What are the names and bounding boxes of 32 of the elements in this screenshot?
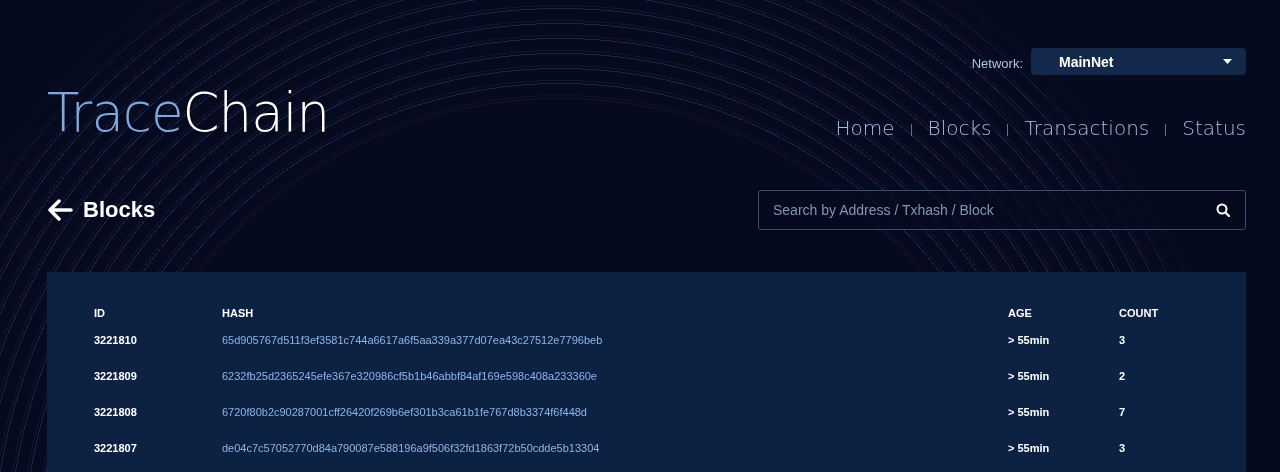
table-cell-text: > 55min — [1008, 441, 1051, 456]
table-cell-text: 3221809 — [94, 369, 138, 384]
network-label: Network: — [971, 56, 1023, 71]
table-cell-text: 7 — [1119, 405, 1127, 420]
page-title: Blocks — [83, 197, 156, 223]
nav-link[interactable]: Blocks — [927, 115, 992, 141]
back-arrow-icon[interactable] — [47, 199, 73, 221]
network-dropdown[interactable]: MainNet — [1031, 48, 1246, 75]
nav-link[interactable]: Status — [1182, 115, 1246, 141]
table-cell-text: > 55min — [1008, 405, 1051, 420]
table-cell-text: 3 — [1119, 333, 1127, 348]
column-header: ID — [94, 306, 106, 321]
table-cell-text: > 55min — [1008, 369, 1051, 384]
table-cell-text: 3 — [1119, 441, 1127, 456]
hash-link[interactable]: 6232fb25d2365245efe367e320986cf5b1b46abbf84af169e598c408a233360e — [222, 358, 1008, 394]
column-header: HASH — [222, 306, 255, 321]
table-cell-text: 3221808 — [94, 405, 138, 420]
table-cell-text: 2 — [1119, 369, 1127, 384]
table-cell-text: 3221810 — [94, 333, 138, 348]
table-cell-text: 3221807 — [94, 441, 138, 456]
search-icon[interactable] — [1216, 203, 1230, 217]
hash-link[interactable]: 65d905767d511f3ef3581c744a6617a6f5aa339a377d07ea43c27512e7796beb — [222, 322, 1008, 358]
nav-link[interactable]: Transactions — [1024, 115, 1150, 141]
column-header: COUNT — [1119, 306, 1160, 321]
table-cell-text: > 55min — [1008, 333, 1051, 348]
search-field[interactable]: Search by Address / Txhash / Block — [758, 190, 1246, 230]
logo[interactable]: TraceChain — [47, 83, 329, 143]
hash-link[interactable]: 6720f80b2c90287001cff26420f269b6ef301b3ca61b1fe767d8b3374f6f448d — [222, 394, 1008, 430]
caret-icon — [1223, 59, 1232, 64]
hash-link[interactable]: de04c7c57052770d84a790087e588196a9f506f32fd1863f72b50cdde5b13304 — [222, 430, 1008, 466]
nav-link[interactable]: Home — [835, 115, 895, 141]
column-header: AGE — [1008, 306, 1033, 321]
